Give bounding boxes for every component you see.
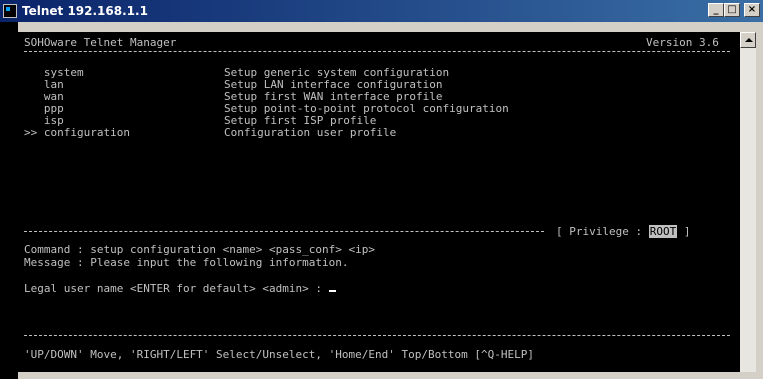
- vertical-scrollbar[interactable]: [740, 32, 756, 372]
- privilege-close: ]: [677, 225, 691, 238]
- status-separator: [24, 231, 544, 232]
- telnet-window: Telnet 192.168.1.1 _ □ × SOHOware Telnet…: [0, 0, 763, 379]
- privilege-label: [ Privilege :: [556, 225, 649, 238]
- footer-separator: [24, 335, 730, 336]
- terminal-screen[interactable]: SOHOware Telnet Manager Version 3.6 syst…: [18, 32, 740, 372]
- menu-item-configuration[interactable]: >> configuration: [24, 126, 130, 139]
- privilege-indicator: [ Privilege : ROOT ]: [556, 225, 690, 238]
- window-title: Telnet 192.168.1.1: [22, 4, 148, 18]
- version-label: Version 3.6: [646, 36, 719, 49]
- command-line: Command : setup configuration <name> <pa…: [24, 243, 375, 256]
- menu-item-description: Configuration user profile: [224, 126, 397, 139]
- terminal-margin: [0, 22, 18, 379]
- header-separator: [24, 51, 730, 52]
- footer-help: 'UP/DOWN' Move, 'RIGHT/LEFT' Select/Unse…: [24, 348, 534, 361]
- prompt-text: Legal user name <ENTER for default> <adm…: [24, 282, 329, 295]
- message-line: Message : Please input the following inf…: [24, 256, 349, 269]
- prompt-line[interactable]: Legal user name <ENTER for default> <adm…: [24, 280, 336, 295]
- maximize-button[interactable]: □: [724, 3, 740, 17]
- telnet-app-icon: [3, 4, 17, 18]
- title-bar[interactable]: Telnet 192.168.1.1 _ □ ×: [0, 0, 763, 22]
- app-name: SOHOware Telnet Manager: [24, 36, 177, 49]
- minimize-button[interactable]: _: [708, 3, 724, 17]
- text-cursor: [328, 280, 336, 292]
- privilege-value: ROOT: [648, 225, 678, 238]
- scroll-up-arrow-icon[interactable]: [740, 32, 756, 48]
- close-button[interactable]: ×: [744, 3, 760, 17]
